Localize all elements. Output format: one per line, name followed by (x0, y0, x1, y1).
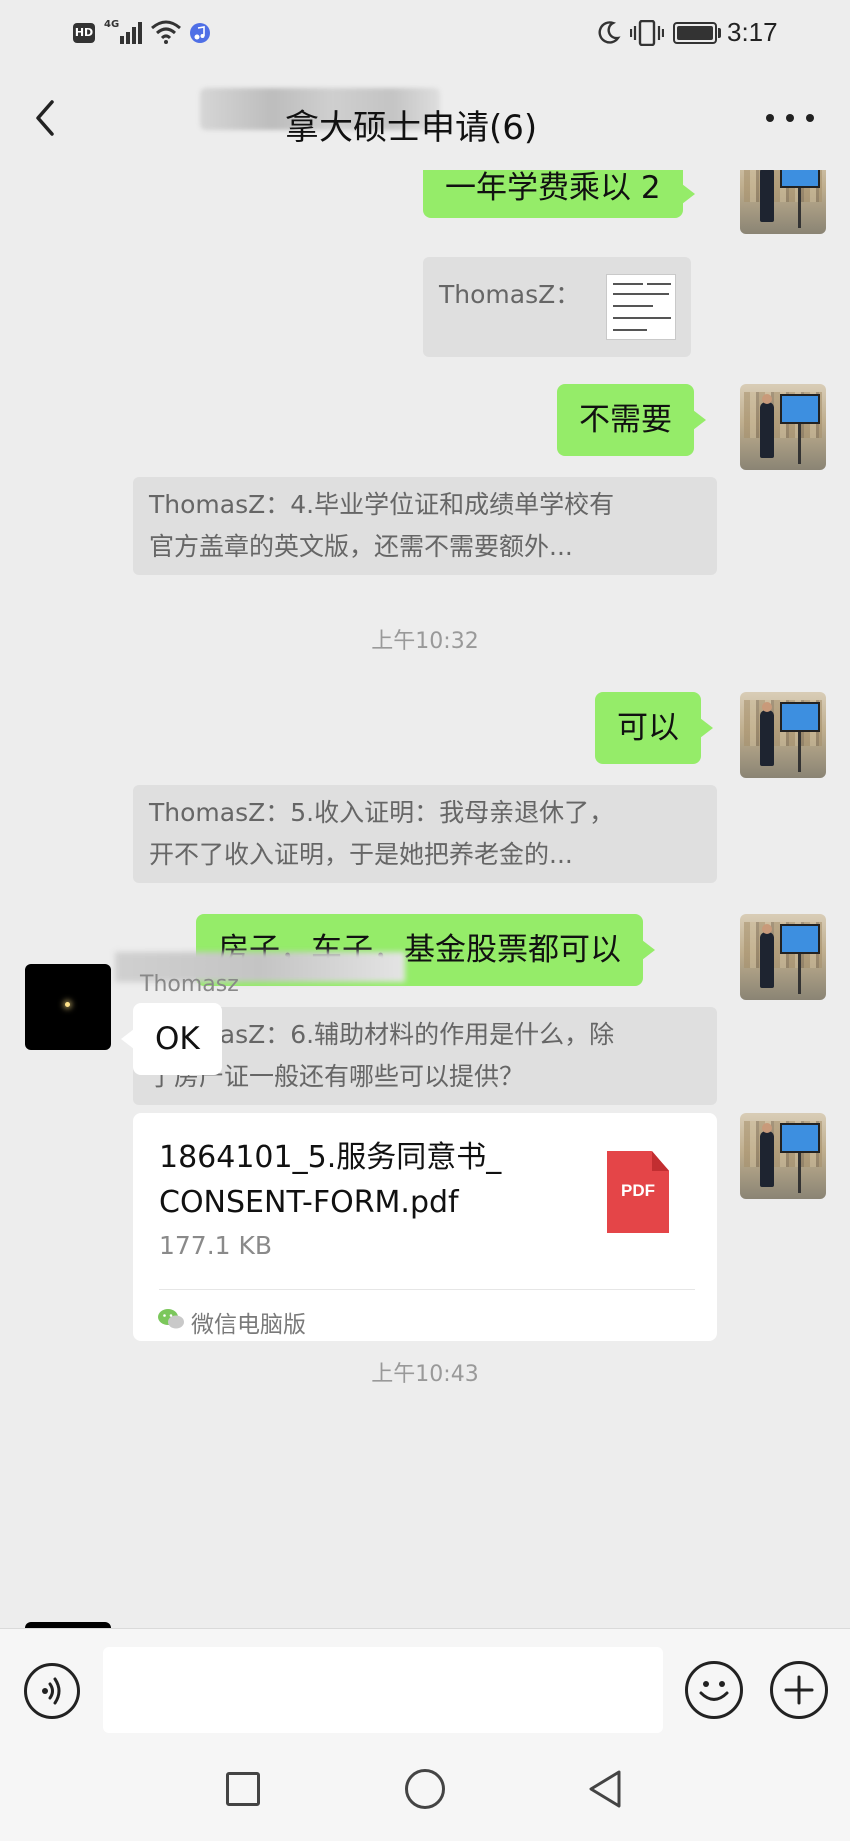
plus-icon[interactable] (770, 1661, 828, 1719)
chat-title: 拿大硕士申请(6) (285, 108, 538, 148)
chat-header: 拿大硕士申请(6) (0, 66, 850, 170)
system-nav-bar (0, 1752, 850, 1841)
sent-message[interactable]: 不需要 (557, 384, 706, 456)
message-text: 一年学费乘以 2 (445, 170, 661, 206)
emoji-icon[interactable] (685, 1661, 743, 1719)
chevron-left-icon[interactable] (28, 96, 68, 140)
my-avatar[interactable] (740, 1113, 826, 1199)
received-message[interactable]: OK (121, 1003, 222, 1075)
sender-name: Thomasz (140, 972, 239, 997)
quote-line: ThomasZ：6.辅助材料的作用是什么，除 (149, 1020, 615, 1049)
quote-line: 官方盖章的英文版，还需不需要额外... (149, 532, 573, 561)
message-text: 不需要 (579, 402, 672, 438)
input-bar (0, 1628, 850, 1752)
voice-icon[interactable] (24, 1663, 80, 1719)
my-avatar[interactable] (740, 170, 826, 234)
message-text: OK (155, 1021, 200, 1057)
music-icon (190, 23, 210, 43)
sent-message[interactable]: 一年学费乘以 2 (423, 170, 695, 218)
wechat-icon (158, 1309, 184, 1329)
sent-message[interactable]: 可以 (595, 692, 713, 764)
timestamp: 上午10:32 (371, 629, 479, 654)
battery-tip (718, 28, 721, 38)
file-source: 微信电脑版 (191, 1312, 306, 1338)
quoted-message[interactable]: ThomasZ：4.毕业学位证和成绩单学校有 官方盖章的英文版，还需不需要额外.… (133, 477, 717, 575)
file-message[interactable]: 1864101_5.服务同意书_ CONSENT-FORM.pdf 177.1 … (133, 1113, 717, 1341)
moon-icon (598, 21, 621, 44)
more-icon[interactable] (766, 112, 814, 124)
quoted-message[interactable]: ThomasZ：5.收入证明：我母亲退休了， 开不了收入证明，于是她把养老金的.… (133, 785, 717, 883)
signal-icon (120, 22, 142, 44)
timestamp: 上午10:43 (371, 1362, 479, 1387)
back-icon[interactable] (585, 1768, 625, 1810)
my-avatar[interactable] (740, 914, 826, 1000)
file-size: 177.1 KB (159, 1231, 273, 1260)
divider (159, 1289, 695, 1290)
message-list[interactable]: 一年学费乘以 2 ThomasZ： 不需要 ThomasZ：4.毕业学位证和成绩… (0, 170, 850, 1628)
document-thumbnail[interactable] (606, 274, 676, 340)
wifi-icon (151, 20, 181, 44)
contact-avatar[interactable] (25, 964, 111, 1050)
battery-icon (673, 22, 717, 44)
my-avatar[interactable] (740, 384, 826, 470)
message-text: 可以 (617, 710, 679, 746)
network-type: 4G (104, 19, 120, 30)
clock: 3:17 (727, 17, 778, 47)
quote-line: ThomasZ：5.收入证明：我母亲退休了， (149, 798, 615, 827)
pdf-label: PDF (621, 1181, 655, 1200)
vibrate-icon (630, 20, 664, 46)
quote-line: 开不了收入证明，于是她把养老金的... (149, 840, 573, 869)
my-avatar[interactable] (740, 692, 826, 778)
quote-line: 了房产证一般还有哪些可以提供？ (149, 1062, 525, 1091)
status-bar: HD 4G 3:17 (0, 0, 850, 66)
hd-indicator: HD (73, 23, 95, 43)
file-name: 1864101_5.服务同意书_ CONSENT-FORM.pdf (159, 1140, 502, 1220)
quote-line: ThomasZ：4.毕业学位证和成绩单学校有 (149, 490, 615, 519)
home-icon[interactable] (405, 1769, 445, 1809)
recent-apps-icon[interactable] (226, 1772, 260, 1806)
message-input[interactable] (103, 1647, 663, 1733)
